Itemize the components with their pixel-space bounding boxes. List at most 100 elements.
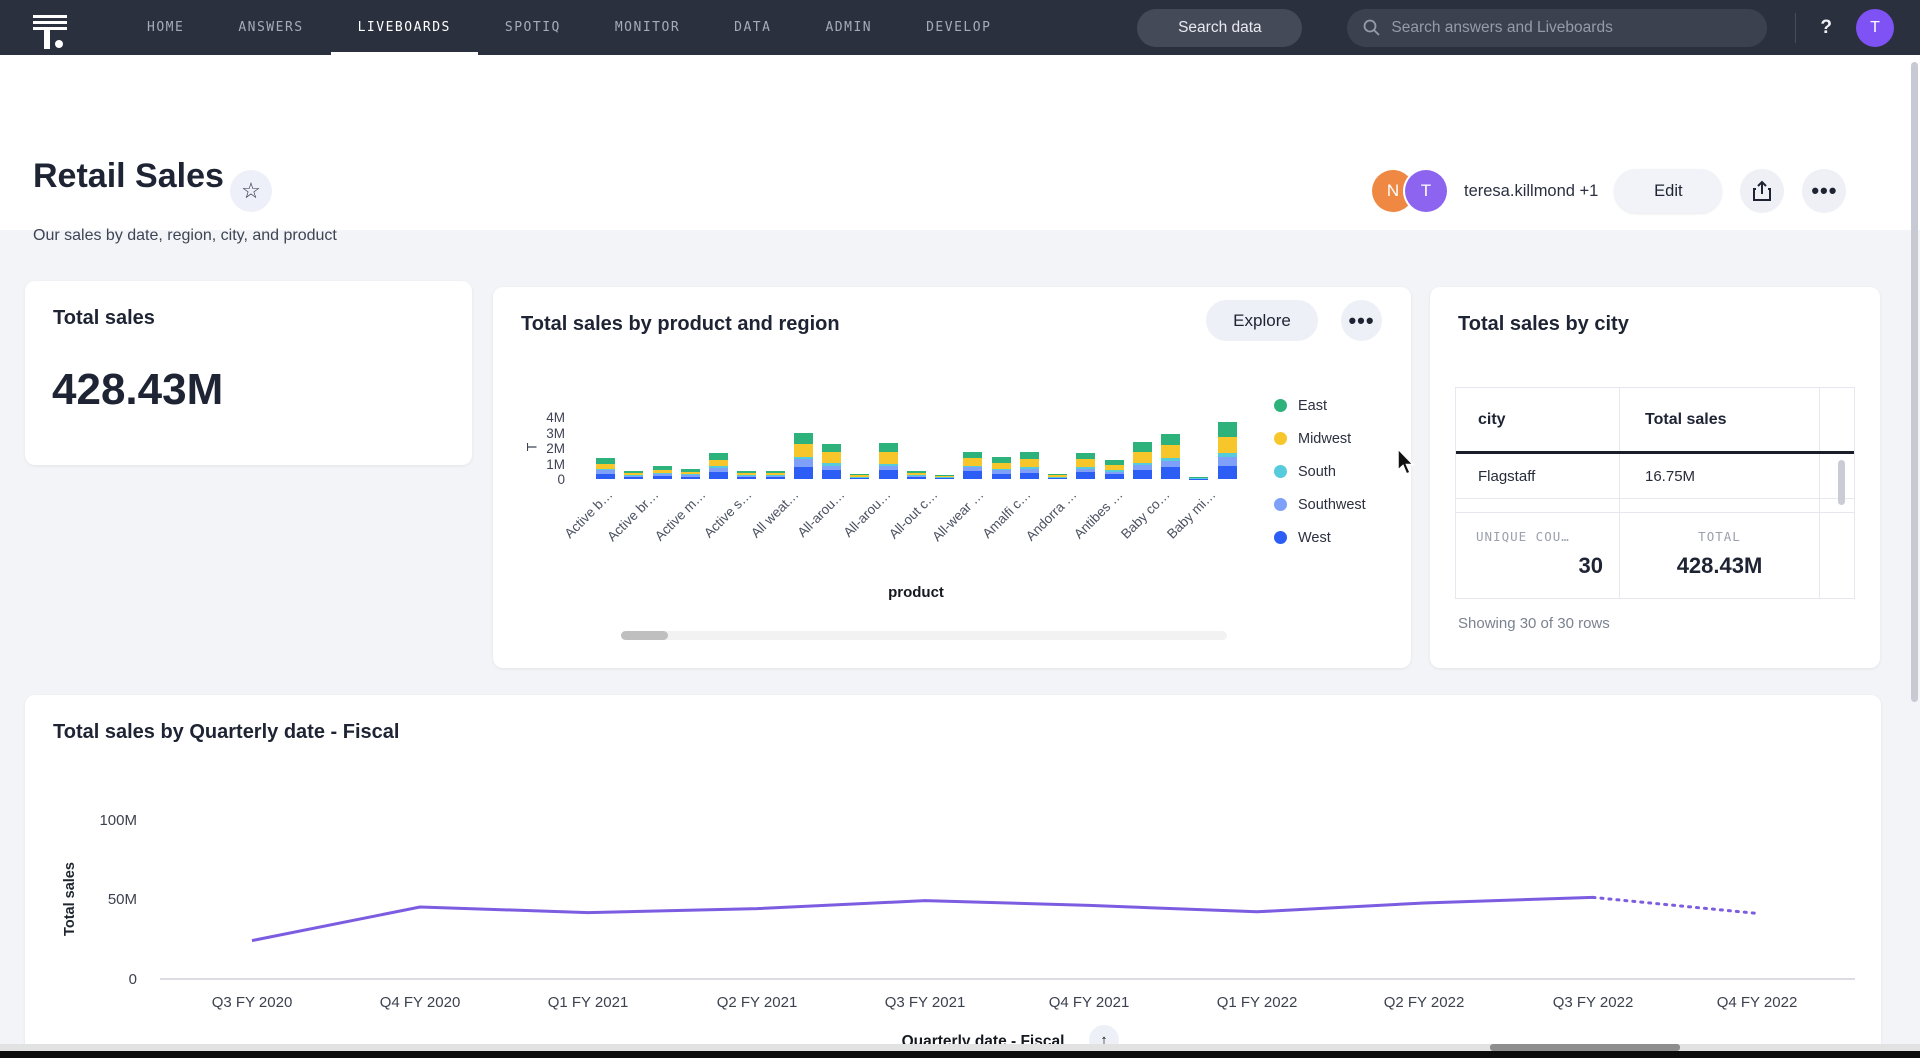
bar-segment-west [766,477,785,479]
legend-item-east[interactable]: East [1274,389,1366,422]
stacked-bar[interactable] [766,471,785,479]
nav-item-develop[interactable]: DEVELOP [899,0,1018,55]
stacked-bar[interactable] [737,471,756,479]
bar-segment-west [1105,474,1124,479]
bar-y-tick: 3M [521,426,565,441]
bar-segment-midwest [879,452,898,464]
window-horizontal-scrollbar-thumb[interactable] [1490,1044,1680,1051]
line-x-tick: Q3 FY 2022 [1523,994,1663,1011]
stacked-bar[interactable] [879,443,898,479]
stacked-bar[interactable] [935,475,954,479]
line-x-tick: Q2 FY 2022 [1354,994,1494,1011]
bar-segment-west [992,474,1011,479]
bar-segment-midwest [1161,445,1180,458]
stacked-bar[interactable] [1161,434,1180,479]
edit-button[interactable]: Edit [1614,169,1722,213]
tile-quarterly-sales: Total sales by Quarterly date - Fiscal T… [25,695,1881,1058]
stacked-bar[interactable] [596,458,615,479]
author-avatar-t[interactable]: T [1405,170,1447,212]
stacked-bar[interactable] [1105,460,1124,479]
bar-segment-west [963,471,982,479]
bar-x-tick: Baby co… [1084,487,1172,575]
page-subtitle: Our sales by date, region, city, and pro… [33,227,337,245]
kpi-value: 428.43M [52,365,223,415]
window-vertical-scrollbar-thumb[interactable] [1911,62,1918,702]
summary-value: 428.43M [1620,553,1819,579]
nav-item-spotiq[interactable]: SPOTIQ [478,0,588,55]
legend-item-west[interactable]: West [1274,521,1366,554]
bar-segment-east [1218,422,1237,437]
line-x-tick: Q1 FY 2022 [1187,994,1327,1011]
help-icon[interactable]: ? [1820,17,1832,39]
nav-item-monitor[interactable]: MONITOR [588,0,707,55]
bar-x-axis-title: product [776,584,1056,601]
legend-item-southwest[interactable]: Southwest [1274,488,1366,521]
legend-item-midwest[interactable]: Midwest [1274,422,1366,455]
favorite-star-icon[interactable]: ☆ [230,170,272,212]
bar-segment-west [709,472,728,479]
stacked-bar[interactable] [1218,422,1237,479]
cell-city: Flagstaff [1456,454,1620,498]
tile-more-options-button[interactable]: ••• [1341,300,1382,341]
stacked-bar[interactable] [709,453,728,479]
tile-product-region: Total sales by product and region Explor… [493,287,1411,668]
stacked-bar[interactable] [850,474,869,479]
stacked-bar[interactable] [822,444,841,479]
thoughtspot-logo-icon[interactable] [32,7,70,49]
tile-total-sales[interactable]: Total sales 428.43M [25,281,472,465]
stacked-bar[interactable] [1048,474,1067,479]
chart-legend: East Midwest SouthSouthwestWest [1274,389,1366,554]
nav-item-data[interactable]: DATA [707,0,798,55]
bar-x-tick: Active m… [620,487,708,575]
cell-total-sales: 16.75M [1620,454,1820,498]
stacked-bar[interactable] [907,471,926,479]
bar-x-tick: Amalfi c… [945,487,1033,575]
table-partial-row [1456,499,1854,513]
window-bottom-edge [0,1051,1920,1058]
chart-scrollbar-track[interactable] [621,631,1227,640]
legend-label: Midwest [1298,431,1351,447]
legend-dot-icon [1274,465,1287,478]
stacked-bar[interactable] [794,433,813,479]
table-row[interactable]: Flagstaff16.75M [1456,454,1854,499]
page-title: Retail Sales [33,157,224,196]
stacked-bar[interactable] [653,466,672,479]
bar-y-tick: 1M [521,457,565,472]
nav-item-liveboards[interactable]: LIVEBOARDS [331,0,478,55]
stacked-bar[interactable] [681,469,700,479]
user-avatar[interactable]: T [1856,9,1894,47]
more-icon: ••• [1811,178,1837,204]
stacked-bar[interactable] [1133,442,1152,479]
nav-menu: HOMEANSWERSLIVEBOARDSSPOTIQMONITORDATAAD… [120,0,1018,55]
nav-item-admin[interactable]: ADMIN [798,0,899,55]
search-input[interactable] [1391,19,1751,37]
global-search[interactable] [1347,9,1767,47]
stacked-bar[interactable] [1076,453,1095,479]
table-scrollbar-thumb[interactable] [1838,460,1845,505]
bar-x-tick: Antibes … [1038,487,1126,575]
column-header-total-sales[interactable]: Total sales [1620,388,1820,451]
summary-label: TOTAL [1620,529,1819,544]
stacked-bar[interactable] [1189,477,1208,479]
nav-item-answers[interactable]: ANSWERS [211,0,330,55]
bar-x-tick: Baby mi… [1130,487,1218,575]
bar-y-tick: 4M [521,410,565,425]
search-data-button[interactable]: Search data [1137,9,1302,47]
column-header-city[interactable]: city [1456,388,1620,451]
stacked-bar[interactable] [963,452,982,479]
legend-label: East [1298,398,1327,414]
stacked-bar[interactable] [1020,452,1039,479]
bar-segment-west [1161,467,1180,479]
share-button[interactable] [1740,169,1784,213]
chart-scrollbar-thumb[interactable] [621,631,668,640]
stacked-bar[interactable] [624,471,643,479]
legend-item-south[interactable]: South [1274,455,1366,488]
nav-divider [1795,13,1796,43]
stacked-bar[interactable] [992,457,1011,479]
bar-segment-west [681,477,700,479]
more-options-button[interactable]: ••• [1802,169,1846,213]
table-summary-row: UNIQUE COU… 30 TOTAL 428.43M [1456,513,1854,598]
nav-item-home[interactable]: HOME [120,0,211,55]
window-horizontal-scrollbar[interactable] [0,1044,1920,1051]
bar-segment-midwest [1076,459,1095,466]
